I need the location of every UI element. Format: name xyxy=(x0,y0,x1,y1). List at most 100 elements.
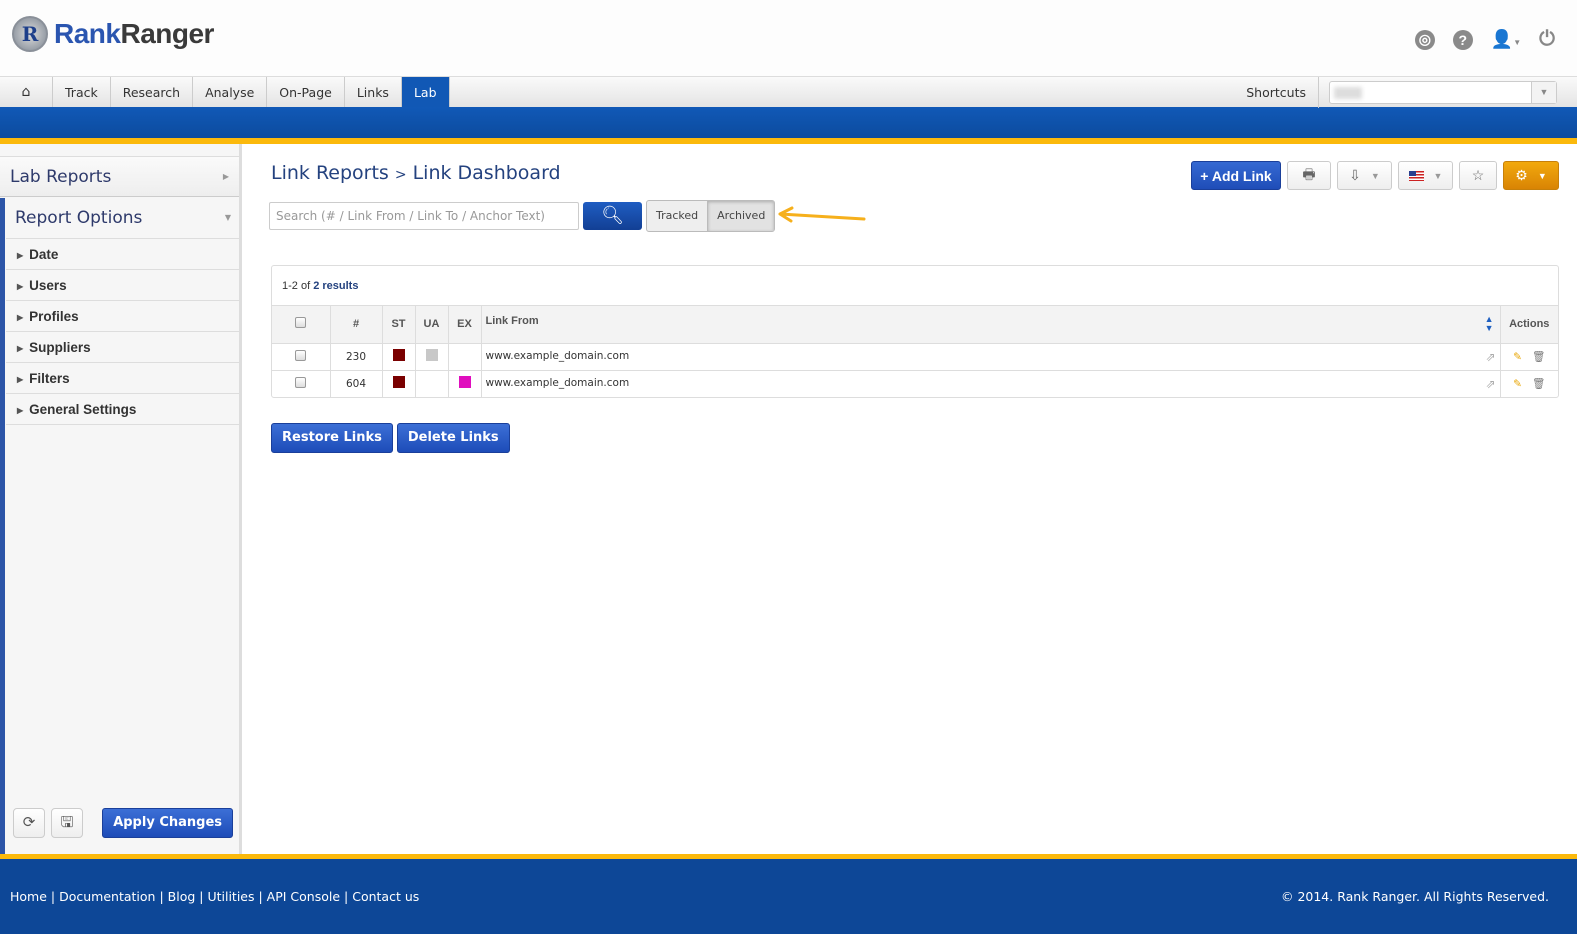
save-button[interactable]: 🖫 xyxy=(51,808,83,838)
sidebar-item-filters[interactable]: ▶ Filters xyxy=(6,363,239,394)
trash-icon[interactable]: 🗑 xyxy=(1532,351,1545,363)
tracked-toggle[interactable]: Tracked xyxy=(647,201,707,231)
external-link-icon[interactable]: ⇗ xyxy=(1485,350,1495,364)
sidebar-item-suppliers[interactable]: ▶ Suppliers xyxy=(6,332,239,363)
caret-right-icon: ▶ xyxy=(17,282,24,291)
user-menu-icon[interactable]: 👤▼ xyxy=(1491,29,1521,50)
export-button[interactable]: ⇩ ▼ xyxy=(1337,161,1392,190)
home-icon: ⌂ xyxy=(21,84,31,100)
col-ex[interactable]: EX xyxy=(448,306,482,344)
footer-link-home[interactable]: Home xyxy=(10,889,47,904)
power-icon[interactable]: ⏻ xyxy=(1539,28,1555,51)
add-link-button[interactable]: + Add Link xyxy=(1191,161,1281,190)
settings-button[interactable]: ⚙ ▼ xyxy=(1503,161,1559,190)
edit-icon[interactable]: ✎ xyxy=(1513,378,1522,390)
breadcrumb-link-reports[interactable]: Link Reports xyxy=(271,162,389,184)
print-button[interactable]: 🖶 xyxy=(1287,161,1331,190)
help-icon[interactable]: ? xyxy=(1452,29,1473,50)
row-link-from: www.example_domain.com ⇗ xyxy=(481,343,1501,371)
col-ua[interactable]: UA xyxy=(415,306,449,344)
lab-reports-header[interactable]: Lab Reports ▶ xyxy=(0,156,239,197)
apply-changes-button[interactable]: Apply Changes xyxy=(102,808,233,838)
table-row: 604 www.example_domain.com ⇗ ✎ 🗑 xyxy=(272,370,1558,397)
footer: Home | Documentation | Blog | Utilities … xyxy=(0,859,1577,934)
favorite-button[interactable]: ☆ xyxy=(1459,161,1497,190)
footer-link-documentation[interactable]: Documentation xyxy=(59,889,155,904)
link-from-text[interactable]: www.example_domain.com xyxy=(486,350,630,362)
footer-link-blog[interactable]: Blog xyxy=(168,889,196,904)
save-icon: 🖫 xyxy=(60,814,74,831)
sidebar-item-users[interactable]: ▶ Users xyxy=(6,270,239,301)
sidebar-item-date[interactable]: ▶ Date xyxy=(6,239,239,270)
caret-down-icon: ▼ xyxy=(1537,170,1547,181)
sidebar-item-label: Date xyxy=(29,247,59,262)
edit-icon[interactable]: ✎ xyxy=(1513,351,1522,363)
sidebar-item-label: Users xyxy=(29,278,67,293)
col-link-from[interactable]: Link From ▲ ▼ xyxy=(481,306,1501,344)
caret-right-icon: ▶ xyxy=(17,344,24,353)
export-icon: ⇩ xyxy=(1349,167,1361,183)
reset-button[interactable]: ⟳ xyxy=(13,808,45,838)
results-panel: 1-2 of 2 results # ST UA EX Link From ▲ ▼ … xyxy=(271,265,1559,398)
main-content: Link Reports > Link Dashboard 🔍︎ Tracked A… xyxy=(248,144,1577,854)
delete-links-button[interactable]: Delete Links xyxy=(396,423,510,453)
star-icon: ☆ xyxy=(1471,167,1485,183)
row-checkbox[interactable] xyxy=(295,376,307,388)
row-link-from: www.example_domain.com ⇗ xyxy=(481,370,1501,397)
gear-icon: ⚙ xyxy=(1515,167,1528,183)
ua-swatch xyxy=(425,349,438,361)
tracked-archived-toggle: Tracked Archived xyxy=(646,200,776,232)
breadcrumb-separator: > xyxy=(394,167,407,183)
nav-track[interactable]: Track xyxy=(53,77,111,107)
support-icon[interactable]: ◎ xyxy=(1414,29,1435,50)
row-checkbox[interactable] xyxy=(295,349,307,361)
ex-swatch xyxy=(458,376,471,389)
sidebar: Lab Reports ▶ Report Options ▼ ▶ Date ▶ User… xyxy=(0,144,242,854)
row-ex xyxy=(448,343,482,371)
row-st xyxy=(382,343,416,371)
sidebar-item-general-settings[interactable]: ▶ General Settings xyxy=(6,394,239,425)
chevron-down-icon: ▼ xyxy=(1531,82,1556,103)
select-all-checkbox[interactable] xyxy=(295,317,307,329)
search-button[interactable]: 🔍︎ xyxy=(583,202,642,230)
row-select-cell xyxy=(272,370,331,397)
nav-analyse[interactable]: Analyse xyxy=(193,77,268,107)
trash-icon[interactable]: 🗑 xyxy=(1532,378,1545,390)
nav-research[interactable]: Research xyxy=(111,77,194,107)
nav-lab[interactable]: Lab xyxy=(401,77,450,107)
results-total: 2 results xyxy=(313,280,359,292)
sort-icon[interactable]: ▲ ▼ xyxy=(1485,315,1494,333)
nav-on-page[interactable]: On-Page xyxy=(267,77,345,107)
blue-bar xyxy=(0,107,1577,138)
col-st[interactable]: ST xyxy=(382,306,416,344)
sidebar-item-label: Suppliers xyxy=(29,340,91,355)
archived-toggle[interactable]: Archived xyxy=(707,201,775,231)
col-id[interactable]: # xyxy=(330,306,383,344)
row-st xyxy=(382,370,416,397)
external-link-icon[interactable]: ⇗ xyxy=(1485,377,1495,391)
link-from-text[interactable]: www.example_domain.com xyxy=(486,377,630,389)
country-select[interactable]: ▼ xyxy=(1398,161,1453,190)
report-options-header[interactable]: Report Options ▼ xyxy=(6,198,239,239)
row-actions: ✎ 🗑 xyxy=(1500,343,1558,371)
logo[interactable]: R RankRanger xyxy=(12,16,214,52)
restore-links-button[interactable]: Restore Links xyxy=(271,423,393,453)
logo-text-ranger: Ranger xyxy=(120,18,214,49)
caret-down-icon: ▼ xyxy=(1370,170,1380,181)
sidebar-item-profiles[interactable]: ▶ Profiles xyxy=(6,301,239,332)
shortcuts-select[interactable]: ▼ xyxy=(1329,81,1557,104)
table-row: 230 www.example_domain.com ⇗ ✎ 🗑 xyxy=(272,343,1558,371)
footer-link-contact[interactable]: Contact us xyxy=(352,889,419,904)
search-input[interactable] xyxy=(269,202,579,230)
col-actions: Actions xyxy=(1500,306,1558,344)
row-select-cell xyxy=(272,343,331,371)
status-swatch xyxy=(392,376,405,389)
nav-home[interactable]: ⌂ xyxy=(0,77,53,107)
header: R RankRanger ◎ ? 👤▼ ⏻ xyxy=(0,0,1577,76)
sidebar-item-label: General Settings xyxy=(29,402,137,417)
footer-link-utilities[interactable]: Utilities xyxy=(207,889,254,904)
breadcrumb: Link Reports > Link Dashboard xyxy=(271,162,561,184)
footer-link-api-console[interactable]: API Console xyxy=(267,889,340,904)
nav-links[interactable]: Links xyxy=(345,77,402,107)
print-icon: 🖶 xyxy=(1302,165,1316,182)
